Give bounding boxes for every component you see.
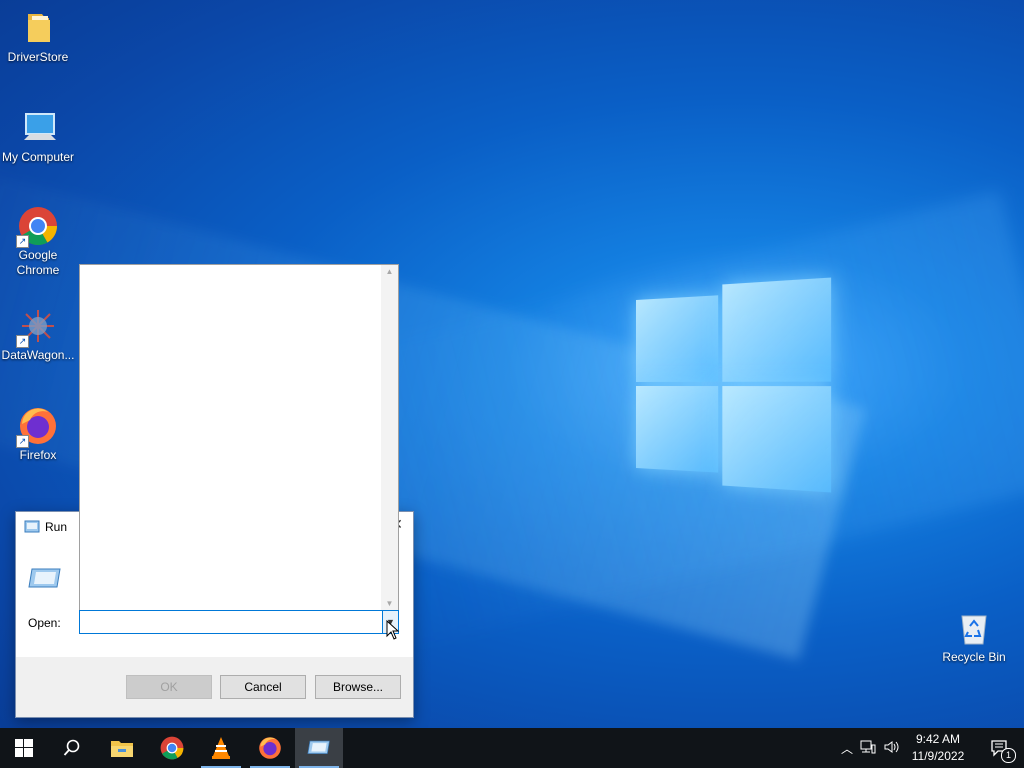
taskbar-run[interactable] (295, 728, 343, 768)
desktop-icon-label: Google Chrome (16, 248, 60, 277)
computer-icon (18, 108, 58, 148)
start-button[interactable] (0, 728, 48, 768)
file-explorer-icon (111, 741, 133, 757)
desktop-icon-label: DataWagon... (1, 348, 75, 362)
desktop-icon-label: Firefox (19, 448, 57, 462)
open-label: Open: (28, 616, 61, 630)
dropdown-scrollbar[interactable]: ▲ ▼ (381, 265, 398, 610)
scroll-up-icon[interactable]: ▲ (381, 267, 398, 276)
run-title: Run (45, 520, 68, 534)
open-combobox[interactable]: ▼ (79, 610, 399, 634)
system-tray: ︿ (838, 728, 904, 768)
chrome-icon (160, 736, 184, 760)
action-center-button[interactable]: 1 (976, 728, 1024, 768)
taskbar-vlc[interactable] (197, 728, 245, 768)
clock-date: 11/9/2022 (911, 749, 965, 763)
desktop-icon-driverstore[interactable]: DriverStore (0, 8, 78, 65)
desktop-icon-datawagon[interactable]: ↗ DataWagon... (0, 306, 78, 363)
taskbar-chrome[interactable] (148, 728, 196, 768)
taskbar: ︿ 9:42 AM 11/9/2022 1 (0, 728, 1024, 768)
show-hidden-icons-chevron-icon[interactable]: ︿ (838, 740, 856, 757)
folder-icon (18, 8, 58, 48)
run-large-icon (28, 566, 62, 597)
notification-count-badge: 1 (1001, 748, 1016, 763)
search-button[interactable] (48, 728, 96, 768)
taskbar-firefox[interactable] (246, 728, 294, 768)
recycle-bin-icon (954, 608, 994, 648)
firefox-icon (259, 737, 281, 759)
desktop-icon-google-chrome[interactable]: ↗ Google Chrome (0, 206, 78, 278)
firefox-icon: ↗ (16, 406, 58, 448)
chrome-icon: ↗ (16, 206, 58, 248)
taskbar-file-explorer[interactable] (98, 728, 146, 768)
cancel-button[interactable]: Cancel (220, 675, 306, 699)
scroll-down-icon[interactable]: ▼ (381, 599, 398, 608)
start-icon (15, 739, 33, 757)
volume-icon[interactable] (880, 740, 902, 757)
clock-time: 9:42 AM (915, 732, 961, 746)
mouse-cursor-icon (386, 620, 400, 640)
desktop-icon-firefox[interactable]: ↗ Firefox (0, 406, 78, 463)
desktop-icon-recycle-bin[interactable]: Recycle Bin (934, 608, 1014, 665)
desktop-icon-label: Recycle Bin (942, 650, 1006, 664)
windows-logo-wallpaper (636, 277, 832, 493)
vlc-icon (212, 737, 230, 759)
datawagon-icon: ↗ (16, 306, 58, 348)
browse-button[interactable]: Browse... (315, 675, 401, 699)
desktop-icon-my-computer[interactable]: My Computer (0, 108, 78, 165)
network-icon[interactable] (856, 740, 880, 757)
run-icon (307, 740, 330, 754)
run-button-row: OK Cancel Browse... (16, 657, 413, 717)
search-icon (63, 739, 80, 756)
run-icon (24, 520, 40, 539)
clock[interactable]: 9:42 AM 11/9/2022 (906, 731, 970, 765)
desktop-icon-label: My Computer (1, 150, 75, 164)
open-history-dropdown[interactable]: ▲ ▼ (79, 264, 399, 611)
ok-button[interactable]: OK (126, 675, 212, 699)
desktop-icon-label: DriverStore (7, 50, 69, 64)
